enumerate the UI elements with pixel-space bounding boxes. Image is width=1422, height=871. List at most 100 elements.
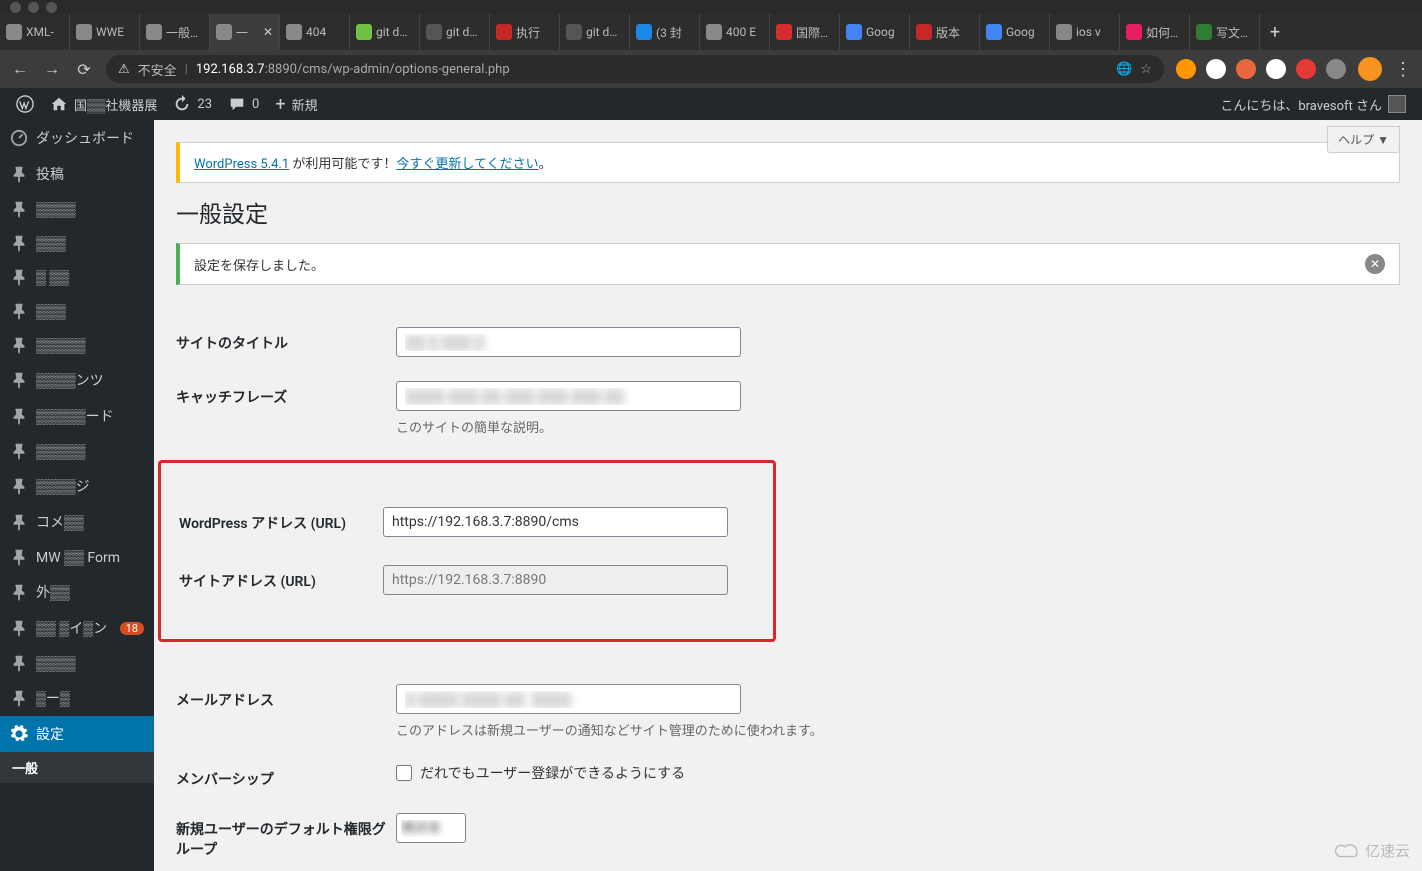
extension-icon[interactable] [1296, 59, 1316, 79]
browser-tab[interactable]: ios v [1050, 14, 1120, 50]
profile-avatar[interactable] [1358, 57, 1382, 81]
browser-tab[interactable]: 404 [280, 14, 350, 50]
tab-favicon [776, 24, 792, 40]
sidebar-menu-item[interactable]: ▒ ▒▒ [0, 260, 154, 294]
wp-version-link[interactable]: WordPress 5.4.1 [194, 157, 289, 172]
updates-link[interactable]: 23 [165, 88, 220, 120]
bookmark-icon[interactable]: ☆ [1140, 62, 1152, 77]
new-tab-button[interactable]: + [1260, 14, 1290, 50]
browser-tab[interactable]: 国際… [770, 14, 840, 50]
browser-tab[interactable]: 一般… [140, 14, 210, 50]
input-tagline[interactable] [396, 381, 741, 411]
sidebar-menu-item[interactable]: ▒▒▒▒ンツ [0, 362, 154, 398]
browser-tab[interactable]: 写文… [1190, 14, 1260, 50]
browser-tab[interactable]: 执行 [490, 14, 560, 50]
browser-tab[interactable]: Goog [840, 14, 910, 50]
extension-icon[interactable] [1266, 59, 1286, 79]
browser-tab[interactable]: 版本 [910, 14, 980, 50]
submenu-general[interactable]: 一般 [0, 752, 154, 783]
browser-tab[interactable]: Goog [980, 14, 1050, 50]
menu-label: ▒ ▒▒ [36, 269, 69, 286]
browser-tab[interactable]: XML- [0, 14, 70, 50]
membership-checkbox[interactable] [396, 765, 412, 781]
translate-icon[interactable]: 🌐 [1116, 62, 1132, 77]
extension-icon[interactable] [1236, 59, 1256, 79]
forward-button[interactable]: → [42, 59, 62, 79]
sidebar-menu-item[interactable]: ▒ー▒ [0, 680, 154, 716]
sidebar-menu-item[interactable]: ▒▒▒▒▒ [0, 328, 154, 362]
extension-icon[interactable] [1176, 59, 1196, 79]
label-membership: メンバーシップ [176, 763, 396, 789]
sidebar-menu-item[interactable]: 投稿 [0, 156, 154, 192]
sidebar-menu-item[interactable]: 外▒▒ [0, 574, 154, 610]
browser-tab[interactable]: git d… [420, 14, 490, 50]
pin-icon [10, 234, 28, 252]
sidebar-menu-item[interactable]: ▒▒▒▒ジ [0, 468, 154, 504]
traffic-light-zoom[interactable] [46, 2, 57, 13]
input-wp-url[interactable] [383, 507, 728, 537]
browser-tab[interactable]: (3 封 [630, 14, 700, 50]
sidebar-menu-item[interactable]: ▒▒▒▒ [0, 646, 154, 680]
traffic-light-close[interactable] [10, 2, 21, 13]
input-site-url[interactable] [383, 565, 728, 595]
menu-settings[interactable]: 設定 [0, 716, 154, 752]
tab-favicon [216, 24, 232, 40]
security-label: 不安全 [138, 60, 177, 79]
howdy-user[interactable]: こんにちは、bravesoft さん [1212, 95, 1414, 114]
extension-icon[interactable] [1206, 59, 1226, 79]
sidebar-menu-item[interactable]: ▒▒▒▒▒ード [0, 398, 154, 434]
pin-icon [10, 336, 28, 354]
desc-email: このアドレスは新規ユーザーの通知などサイト管理のために使われます。 [396, 720, 1400, 739]
input-site-title[interactable] [396, 327, 741, 357]
site-home[interactable]: 国▒▒社機器展 [42, 88, 165, 120]
sidebar-menu-item[interactable]: ▒▒ ▒イ▒ン18 [0, 610, 154, 646]
browser-tab[interactable]: 400 E [700, 14, 770, 50]
input-email[interactable] [396, 684, 741, 714]
traffic-light-minimize[interactable] [28, 2, 39, 13]
pin-icon [10, 200, 28, 218]
sidebar-menu-item[interactable]: ダッシュボード [0, 120, 154, 156]
pin-icon [10, 165, 28, 183]
address-bar[interactable]: ⚠ 不安全 | 192.168.3.7:8890/cms/wp-admin/op… [106, 55, 1164, 83]
browser-tab[interactable]: git d… [560, 14, 630, 50]
extension-icon[interactable] [1326, 59, 1346, 79]
menu-label: ▒▒▒▒▒ード [36, 406, 114, 426]
label-email: メールアドレス [176, 684, 396, 739]
sidebar-menu-item[interactable]: コメ▒▒ [0, 504, 154, 540]
new-content[interactable]: +新規 [267, 88, 325, 120]
sidebar-menu-item[interactable]: ▒▒▒ [0, 226, 154, 260]
menu-label: ▒▒▒▒▒ [36, 337, 86, 354]
tab-label: 一 [236, 24, 248, 41]
settings-submenu: 一般 [0, 752, 154, 783]
sidebar-menu-item[interactable]: ▒▒▒▒▒ [0, 434, 154, 468]
update-now-link[interactable]: 今すぐ更新してください [396, 157, 538, 172]
tab-favicon [1196, 24, 1212, 40]
browser-menu-button[interactable]: ⋮ [1394, 59, 1412, 80]
browser-tab[interactable]: WWE [70, 14, 140, 50]
sidebar-menu-item[interactable]: ▒▒▒ [0, 294, 154, 328]
dismiss-notice[interactable]: ✕ [1365, 254, 1385, 274]
menu-label: コメ▒▒ [36, 512, 84, 532]
wp-logo[interactable] [8, 88, 42, 120]
tab-label: git d… [376, 25, 407, 39]
label-default-role: 新規ユーザーのデフォルト権限グループ [176, 813, 396, 859]
pin-icon [10, 407, 28, 425]
browser-tab[interactable]: git d… [350, 14, 420, 50]
menu-label: ▒▒▒▒ジ [36, 476, 90, 496]
tab-close-icon[interactable]: ✕ [263, 25, 273, 39]
pin-icon [10, 477, 28, 495]
browser-tab[interactable]: 如何… [1120, 14, 1190, 50]
menu-label: ▒▒▒▒▒ [36, 443, 86, 460]
user-avatar [1388, 95, 1406, 113]
sidebar-menu-item[interactable]: ▒▒▒▒ [0, 192, 154, 226]
not-secure-icon: ⚠ [118, 62, 130, 77]
reload-button[interactable]: ⟳ [74, 59, 94, 79]
select-default-role[interactable]: 購読者 [396, 813, 466, 843]
back-button[interactable]: ← [10, 59, 30, 79]
sidebar-menu-item[interactable]: MW ▒▒ Form [0, 540, 154, 574]
tab-label: 写文… [1216, 24, 1248, 41]
comments-link[interactable]: 0 [220, 88, 267, 120]
membership-checkbox-label[interactable]: だれでもユーザー登録ができるようにする [396, 763, 1400, 783]
help-tab[interactable]: ヘルプ ▼ [1327, 126, 1400, 153]
browser-tab[interactable]: 一✕ [210, 14, 280, 50]
